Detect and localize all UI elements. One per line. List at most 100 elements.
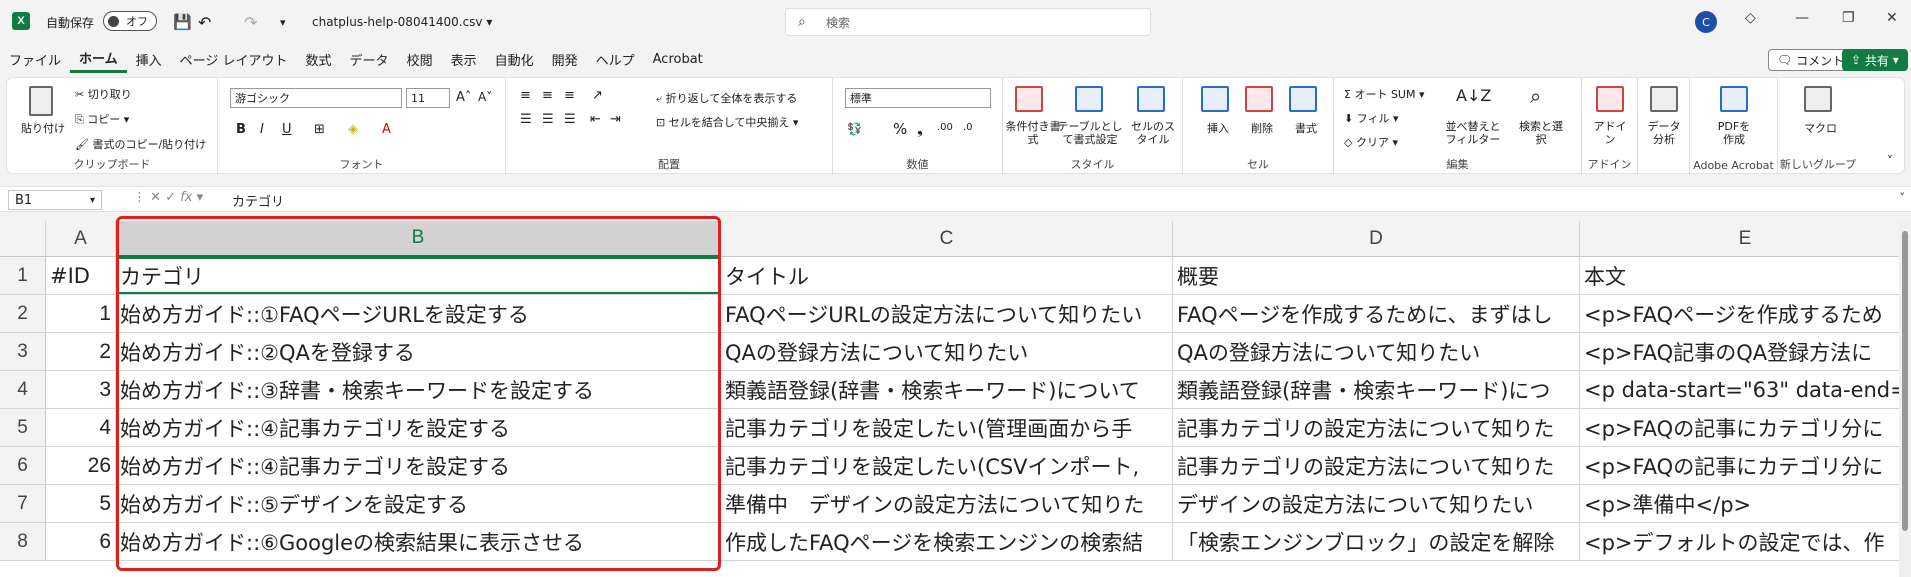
delete-cells-button[interactable]: 削除	[1251, 120, 1273, 136]
row-header[interactable]: 8	[0, 523, 46, 561]
cell-c4[interactable]: 類義語登録(辞書・検索キーワード)について	[721, 371, 1173, 409]
menu-developer[interactable]: 開発	[543, 44, 587, 74]
share-button[interactable]: ⇪ 共有 ▾	[1842, 49, 1908, 71]
macro-button[interactable]: マクロ	[1804, 120, 1837, 136]
increase-indent-icon[interactable]: ⇥	[610, 112, 621, 127]
cell-d6[interactable]: 記事カテゴリの設定方法について知りた	[1173, 447, 1580, 485]
wrap-text-button[interactable]: ⤶ 折り返して全体を表示する	[656, 90, 797, 106]
cell-c8[interactable]: 作成したFAQページを検索エンジンの検索結	[721, 523, 1173, 561]
comma-icon[interactable]: ❟	[917, 120, 923, 138]
close-icon[interactable]: ✕	[1886, 10, 1898, 26]
menu-page-layout[interactable]: ページ レイアウト	[171, 44, 297, 74]
menu-help[interactable]: ヘルプ	[587, 44, 644, 74]
align-left-icon[interactable]: ☰	[520, 112, 532, 127]
cell-a5[interactable]: 4	[46, 409, 116, 447]
border-icon[interactable]: ⊞	[314, 122, 325, 137]
increase-decimal-icon[interactable]: .00	[937, 122, 953, 133]
autosum-button[interactable]: Σ オート SUM ▾	[1344, 86, 1425, 102]
row-header[interactable]: 1	[0, 257, 46, 295]
align-right-icon[interactable]: ☰	[564, 112, 576, 127]
cut-button[interactable]: ✂ 切り取り	[75, 86, 132, 102]
cell-e1[interactable]: 本文	[1580, 257, 1911, 295]
redo-icon[interactable]: ↷	[244, 0, 257, 44]
column-header-e[interactable]: E	[1580, 221, 1911, 257]
row-header[interactable]: 2	[0, 295, 46, 333]
sort-filter-button[interactable]: 並べ替えとフィルター	[1444, 120, 1502, 146]
decrease-font-icon[interactable]: A˅	[478, 90, 492, 104]
cell-b3[interactable]: 始め方ガイド::②QAを登録する	[116, 333, 721, 371]
row-header[interactable]: 5	[0, 409, 46, 447]
currency-icon[interactable]: 💱	[847, 122, 862, 136]
fx-icon[interactable]: ⋮ ✕ ✓ fx ▾	[133, 190, 203, 205]
cell-e5[interactable]: <p>FAQの記事にカテゴリ分に	[1580, 409, 1911, 447]
avatar[interactable]: C	[1695, 11, 1717, 33]
row-header[interactable]: 3	[0, 333, 46, 371]
cell-c2[interactable]: FAQページURLの設定方法について知りたい	[721, 295, 1173, 333]
format-cells-button[interactable]: 書式	[1295, 120, 1317, 136]
cell-b1[interactable]: カテゴリ	[116, 257, 721, 295]
cell-e6[interactable]: <p>FAQの記事にカテゴリ分に	[1580, 447, 1911, 485]
paste-icon[interactable]	[29, 86, 53, 116]
align-top-icon[interactable]: ≡	[520, 88, 531, 103]
decrease-indent-icon[interactable]: ⇤	[590, 112, 601, 127]
cell-d8[interactable]: 「検索エンジンブロック」の設定を解除	[1173, 523, 1580, 561]
align-center-icon[interactable]: ☰	[542, 112, 554, 127]
search-box[interactable]: ⌕ 検索	[785, 8, 1151, 36]
percent-icon[interactable]: %	[893, 120, 907, 138]
vertical-scrollbar[interactable]	[1899, 221, 1911, 577]
column-header-a[interactable]: A	[46, 221, 116, 257]
menu-data[interactable]: データ	[341, 44, 398, 74]
paste-button[interactable]: 貼り付け	[21, 120, 65, 136]
cell-c7[interactable]: 準備中 デザインの設定方法について知りた	[721, 485, 1173, 523]
cell-d4[interactable]: 類義語登録(辞書・検索キーワード)につ	[1173, 371, 1580, 409]
italic-icon[interactable]: I	[260, 122, 264, 137]
cell-c1[interactable]: タイトル	[721, 257, 1173, 295]
bold-icon[interactable]: B	[236, 122, 246, 137]
orientation-icon[interactable]: ↗	[592, 88, 603, 103]
collapse-ribbon-icon[interactable]: ˅	[1887, 154, 1893, 168]
font-name-select[interactable]: 游ゴシック	[230, 88, 402, 108]
row-header[interactable]: 4	[0, 371, 46, 409]
cell-a2[interactable]: 1	[46, 295, 116, 333]
diamond-icon[interactable]: ◇	[1745, 10, 1756, 26]
file-name[interactable]: chatplus-help-08041400.csv ▾	[312, 0, 492, 44]
cell-e3[interactable]: <p>FAQ記事のQA登録方法に	[1580, 333, 1911, 371]
cell-d2[interactable]: FAQページを作成するために、まずはし	[1173, 295, 1580, 333]
cell-a1[interactable]: #ID	[46, 257, 116, 295]
comment-button[interactable]: 🗨 コメント	[1768, 49, 1854, 71]
addins-button[interactable]: アドイン	[1592, 120, 1628, 146]
cell-styles-button[interactable]: セルのスタイル	[1129, 120, 1177, 146]
fill-color-icon[interactable]: ◈	[348, 122, 358, 137]
select-all-corner[interactable]	[0, 221, 46, 257]
number-format-select[interactable]: 標準	[845, 88, 991, 108]
cell-b2[interactable]: 始め方ガイド::①FAQページURLを設定する	[116, 295, 721, 333]
column-header-d[interactable]: D	[1173, 221, 1580, 257]
formula-content[interactable]: カテゴリ	[232, 191, 284, 210]
cell-a6[interactable]: 26	[46, 447, 116, 485]
menu-formulas[interactable]: 数式	[297, 44, 341, 74]
cell-d1[interactable]: 概要	[1173, 257, 1580, 295]
cell-e2[interactable]: <p>FAQページを作成するため	[1580, 295, 1911, 333]
save-icon[interactable]: 💾	[173, 0, 192, 44]
fill-button[interactable]: ⬇ フィル ▾	[1344, 110, 1399, 126]
cell-a3[interactable]: 2	[46, 333, 116, 371]
cell-d7[interactable]: デザインの設定方法について知りたい	[1173, 485, 1580, 523]
restore-icon[interactable]: ❐	[1842, 10, 1855, 26]
menu-automate[interactable]: 自動化	[486, 44, 543, 74]
merge-center-button[interactable]: ⊡ セルを結合して中央揃え ▾	[656, 114, 798, 130]
data-analysis-button[interactable]: データ分析	[1646, 120, 1682, 146]
customize-qat-icon[interactable]: ▾	[280, 0, 286, 44]
cell-d5[interactable]: 記事カテゴリの設定方法について知りた	[1173, 409, 1580, 447]
decrease-decimal-icon[interactable]: .0	[963, 122, 973, 133]
menu-insert[interactable]: 挿入	[127, 44, 171, 74]
menu-review[interactable]: 校閲	[398, 44, 442, 74]
conditional-format-button[interactable]: 条件付き書式	[1005, 120, 1061, 146]
find-select-button[interactable]: 検索と選択	[1516, 120, 1566, 146]
menu-file[interactable]: ファイル	[0, 44, 70, 74]
row-header[interactable]: 7	[0, 485, 46, 523]
cell-b5[interactable]: 始め方ガイド::④記事カテゴリを設定する	[116, 409, 721, 447]
cell-e8[interactable]: <p>デフォルトの設定では、作	[1580, 523, 1911, 561]
menu-home[interactable]: ホーム	[70, 45, 127, 73]
font-color-icon[interactable]: A	[382, 122, 391, 137]
format-painter-button[interactable]: 🖌 書式のコピー/貼り付け	[75, 136, 206, 152]
